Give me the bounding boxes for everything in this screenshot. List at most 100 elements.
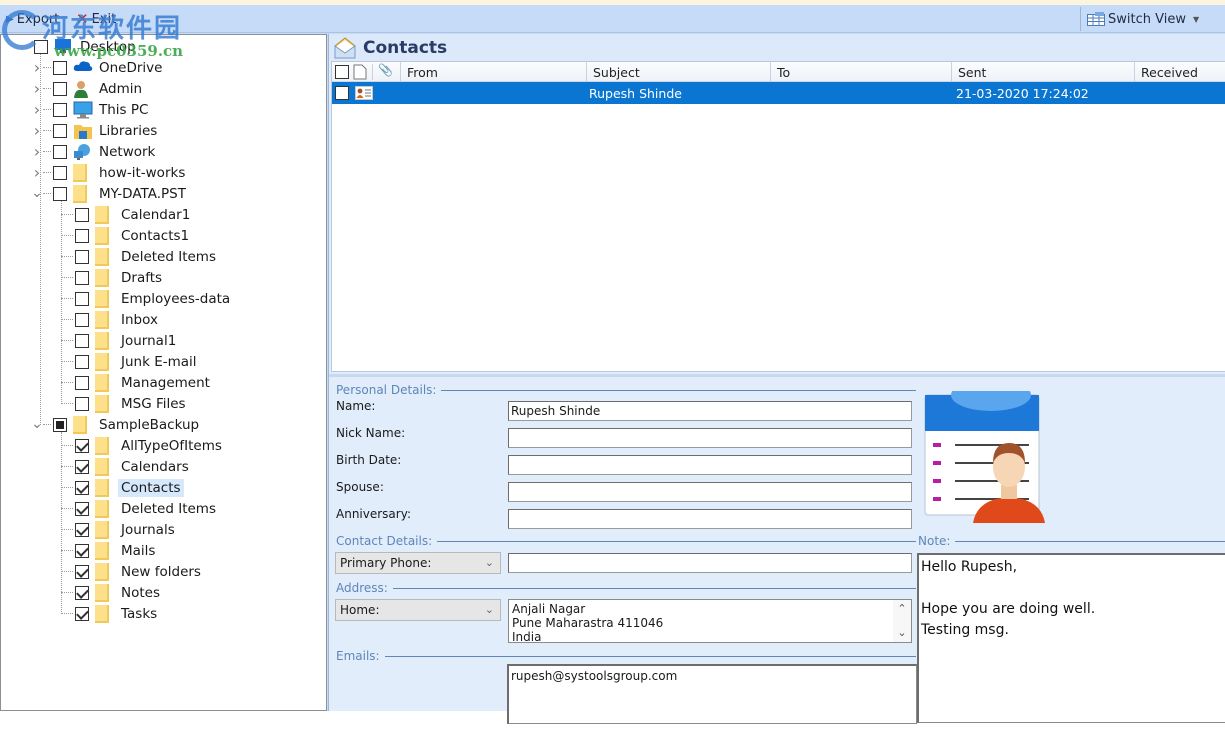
column-header-to[interactable]: To <box>770 62 951 82</box>
tree-item[interactable]: MSG Files <box>61 393 189 414</box>
tree-checkbox[interactable] <box>53 123 67 138</box>
chevron-right-icon[interactable]: › <box>31 58 43 77</box>
tree-item[interactable]: › Admin <box>34 78 145 99</box>
tree-checkbox[interactable] <box>75 333 89 348</box>
tree-item[interactable]: Calendars <box>61 456 192 477</box>
tree-checkbox[interactable] <box>75 543 89 558</box>
tree-checkbox[interactable] <box>75 522 89 537</box>
name-field[interactable]: Rupesh Shinde <box>508 401 912 421</box>
tree-item[interactable]: Contacts1 <box>61 225 192 246</box>
tree-item[interactable]: Inbox <box>61 309 161 330</box>
tree-checkbox[interactable] <box>53 102 67 117</box>
tree-checkbox[interactable] <box>75 501 89 516</box>
tree-checkbox[interactable] <box>75 375 89 390</box>
tree-item-label: Drafts <box>121 269 163 286</box>
address-scrollbar[interactable]: ⌃ ⌄ <box>893 600 911 642</box>
column-header-sent[interactable]: Sent <box>951 62 1134 82</box>
tree-item[interactable]: Contacts <box>61 477 184 498</box>
chevron-right-icon[interactable]: › <box>31 121 43 140</box>
tree-item[interactable]: AllTypeOfItems <box>61 435 225 456</box>
tree-item[interactable]: › how-it-works <box>34 162 188 183</box>
tree-checkbox[interactable] <box>53 60 67 75</box>
tree-checkbox[interactable] <box>75 312 89 327</box>
emails-textarea[interactable]: rupesh@systoolsgroup.com <box>507 664 917 724</box>
spouse-field[interactable] <box>508 482 912 502</box>
tree-checkbox[interactable] <box>53 186 67 201</box>
tree-item[interactable]: Mails <box>61 540 158 561</box>
chevron-right-icon[interactable]: › <box>31 163 43 182</box>
tree-item[interactable]: New folders <box>61 561 204 582</box>
chevron-right-icon[interactable]: › <box>31 79 43 98</box>
tree-item[interactable]: Management <box>61 372 213 393</box>
tree-item[interactable]: ⌄ SampleBackup <box>31 414 202 435</box>
chevron-right-icon[interactable]: › <box>31 100 43 119</box>
tree-item[interactable]: Notes <box>61 582 163 603</box>
tree-item-label: This PC <box>99 101 149 118</box>
folder-icon <box>95 478 111 497</box>
tree-checkbox[interactable] <box>75 585 89 600</box>
address-type-select[interactable]: Home: ⌄ <box>335 599 501 621</box>
tree-item[interactable]: Calendar1 <box>61 204 193 225</box>
table-row[interactable]: Rupesh Shinde 21-03-2020 17:24:02 <box>332 82 1225 104</box>
tree-checkbox[interactable] <box>53 144 67 159</box>
address-line: India <box>512 630 542 643</box>
nickname-field[interactable] <box>508 428 912 448</box>
field-label-name: Name: <box>336 399 376 413</box>
tree-checkbox[interactable] <box>75 291 89 306</box>
column-header-subject[interactable]: Subject <box>586 62 770 82</box>
tree-item[interactable]: Desktop <box>34 36 139 57</box>
scroll-down-icon[interactable]: ⌄ <box>897 626 906 640</box>
tree-item[interactable]: Employees-data <box>61 288 233 309</box>
select-all-checkbox[interactable] <box>335 65 349 79</box>
tree-item[interactable]: Junk E-mail <box>61 351 200 372</box>
column-header-received[interactable]: Received <box>1134 62 1225 82</box>
tree-item[interactable]: › This PC <box>34 99 151 120</box>
tree-checkbox[interactable] <box>75 564 89 579</box>
tree-checkbox[interactable] <box>75 207 89 222</box>
tree-checkbox[interactable] <box>75 249 89 264</box>
tree-checkbox[interactable] <box>75 270 89 285</box>
phone-field[interactable] <box>508 553 912 573</box>
tree-checkbox[interactable] <box>75 438 89 453</box>
tree-connector <box>43 109 51 110</box>
address-textarea[interactable]: Anjali Nagar Pune Maharastra 411046 Indi… <box>508 599 912 643</box>
column-header-from[interactable]: From <box>400 62 586 82</box>
tree-checkbox[interactable] <box>75 228 89 243</box>
scroll-up-icon[interactable]: ⌃ <box>897 602 906 616</box>
tree-item-label: Junk E-mail <box>121 353 197 370</box>
tree-item[interactable]: Tasks <box>61 603 160 624</box>
tree-checkbox[interactable] <box>34 39 48 54</box>
tree-item[interactable]: › OneDrive <box>34 57 165 78</box>
tree-item-label: Libraries <box>99 122 158 139</box>
tree-item[interactable]: Journal1 <box>61 330 179 351</box>
tree-item[interactable]: Journals <box>61 519 178 540</box>
tree-item[interactable]: Deleted Items <box>61 498 219 519</box>
chevron-down-icon[interactable]: ⌄ <box>31 185 43 201</box>
tree-item[interactable]: ⌄ MY-DATA.PST <box>31 183 189 204</box>
exit-button[interactable]: ✕ Exit <box>76 9 116 29</box>
tree-checkbox[interactable] <box>53 165 67 180</box>
tree-item[interactable]: Deleted Items <box>61 246 219 267</box>
tree-checkbox[interactable] <box>75 459 89 474</box>
tree-checkbox[interactable] <box>75 606 89 621</box>
tree-connector <box>61 550 73 551</box>
tree-checkbox[interactable] <box>75 396 89 411</box>
birth-date-field[interactable] <box>508 455 912 475</box>
switch-view-button[interactable]: Switch View ▼ <box>1087 9 1199 29</box>
phone-type-select[interactable]: Primary Phone: ⌄ <box>335 552 501 574</box>
anniversary-field[interactable] <box>508 509 912 529</box>
tree-checkbox[interactable] <box>53 81 67 96</box>
tree-checkbox[interactable] <box>75 480 89 495</box>
row-checkbox[interactable] <box>335 86 349 100</box>
tree-checkbox[interactable] <box>53 417 67 432</box>
chevron-down-icon[interactable]: ⌄ <box>31 416 43 432</box>
tree-item[interactable]: Drafts <box>61 267 165 288</box>
export-button[interactable]: ▶ Export <box>6 9 59 29</box>
tree-checkbox[interactable] <box>75 354 89 369</box>
chevron-right-icon[interactable]: › <box>31 142 43 161</box>
tree-item[interactable]: › Libraries <box>34 120 160 141</box>
tree-item[interactable]: › Network <box>34 141 158 162</box>
tree-item-label: Deleted Items <box>121 248 216 265</box>
note-textarea[interactable]: Hello Rupesh, Hope you are doing well. T… <box>917 553 1225 723</box>
folder-tree-panel: Desktop › OneDrive › Admin › This PC › Libraries… <box>0 34 327 711</box>
